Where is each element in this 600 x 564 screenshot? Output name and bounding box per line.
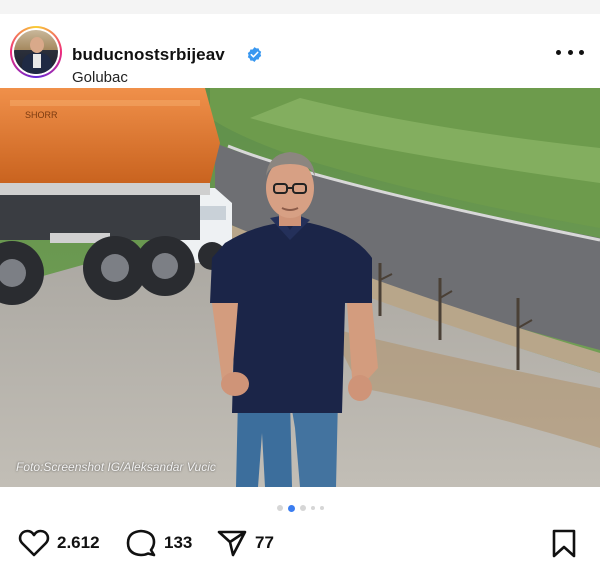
bookmark-icon[interactable]: [551, 529, 577, 559]
share-count[interactable]: 77: [255, 533, 274, 553]
username[interactable]: buducnostsrbijeav: [72, 45, 225, 65]
more-options-icon[interactable]: [556, 44, 584, 60]
post-location[interactable]: Golubac: [72, 69, 128, 86]
like-action: 2.612: [18, 528, 100, 558]
photo-credit: Foto:Screenshot IG/Aleksandar Vucic: [16, 460, 216, 474]
avatar[interactable]: [10, 26, 62, 78]
carousel-dot-active: [287, 504, 295, 512]
comment-bubble-icon[interactable]: [125, 528, 157, 558]
comment-count[interactable]: 133: [164, 533, 192, 553]
carousel-indicator: [0, 503, 600, 513]
post-photo[interactable]: SHORR Foto:Screenshot IG/Aleksandar Vuci…: [0, 88, 600, 487]
carousel-dot: [276, 505, 283, 511]
post-header: buducnostsrbijeav Golubac: [0, 14, 600, 88]
share-action: 77: [216, 528, 274, 558]
action-bar: 2.612 133 77: [0, 524, 600, 564]
carousel-dot: [299, 505, 306, 511]
send-paper-plane-icon[interactable]: [216, 528, 248, 558]
heart-icon[interactable]: [18, 528, 50, 558]
carousel-dot: [319, 506, 324, 510]
like-count[interactable]: 2.612: [57, 533, 100, 553]
svg-text:SHORR: SHORR: [25, 110, 58, 120]
avatar-photo: [14, 30, 58, 74]
carousel-dot: [310, 506, 315, 510]
verified-badge-icon: [247, 47, 262, 62]
photo-scene: SHORR: [0, 88, 600, 487]
comment-action: 133: [125, 528, 192, 558]
top-divider: [0, 0, 600, 14]
